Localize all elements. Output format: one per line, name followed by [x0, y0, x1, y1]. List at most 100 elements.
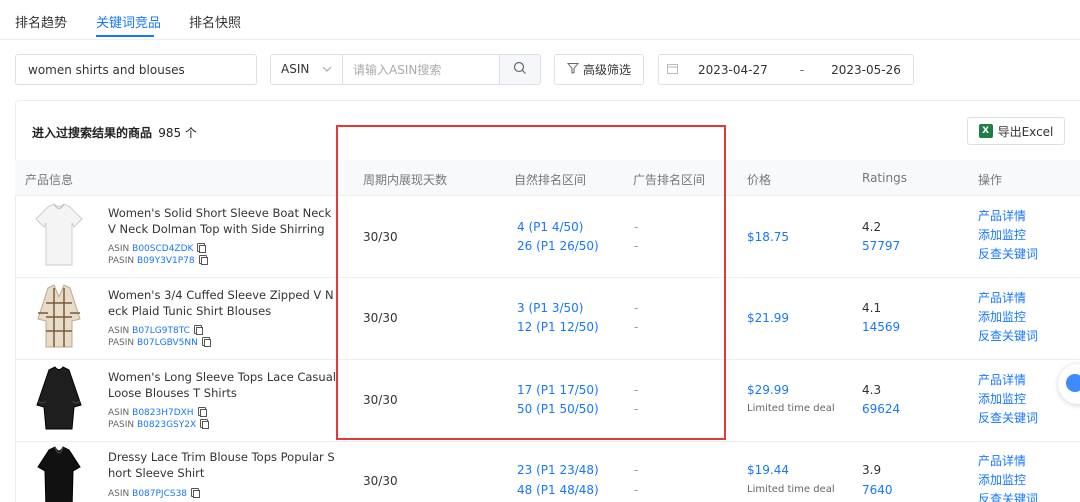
column-header-ad-rank: 广告排名区间	[633, 173, 706, 187]
tab-bar: 排名趋势 关键词竞品 排名快照	[0, 0, 1080, 40]
pasin-label: PASIN	[108, 420, 135, 430]
copy-icon[interactable]	[198, 255, 208, 265]
product-thumbnail[interactable]	[34, 201, 84, 269]
results-title-text: 进入过搜索结果的商品	[32, 126, 153, 140]
rating-value: 4.2	[862, 220, 882, 234]
column-header-ratings: Ratings	[862, 171, 907, 185]
asin-line: ASIN B0823H7DXH	[108, 407, 207, 418]
organic-rank-2[interactable]: 50 (P1 50/50)	[517, 402, 599, 416]
asin-value[interactable]: B00SCD4ZDK	[132, 244, 193, 254]
rating-count[interactable]: 57797	[862, 239, 900, 253]
column-header-days: 周期内展现天数	[363, 173, 448, 187]
results-title: 进入过搜索结果的商品 985 个	[32, 124, 197, 141]
date-range-picker[interactable]: 2023-04-27 - 2023-05-26	[658, 54, 914, 85]
price-value: $29.99	[747, 383, 789, 397]
export-excel-button[interactable]: X 导出Excel	[967, 117, 1065, 145]
days-value: 30/30	[363, 230, 398, 244]
pasin-label: PASIN	[108, 256, 135, 266]
product-title[interactable]: Women's Long Sleeve Tops Lace Casual Loo…	[108, 369, 340, 401]
ad-rank-1: -	[634, 383, 639, 397]
pasin-value[interactable]: B09Y3V1P78	[137, 256, 195, 266]
excel-icon: X	[978, 124, 993, 138]
tab-ranking-trend[interactable]: 排名趋势	[15, 12, 67, 31]
asin-search-input[interactable]	[342, 54, 500, 85]
active-tab-indicator	[96, 35, 154, 37]
add-monitor-link[interactable]: 添加监控	[978, 471, 1038, 490]
asin-label: ASIN	[108, 244, 130, 254]
pasin-value[interactable]: B0823GSY2X	[137, 420, 196, 430]
product-thumbnail[interactable]	[34, 283, 84, 351]
organic-rank-1[interactable]: 23 (P1 23/48)	[517, 463, 599, 477]
rating-count[interactable]: 14569	[862, 320, 900, 334]
add-monitor-link[interactable]: 添加监控	[978, 226, 1038, 245]
asin-line: ASIN B00SCD4ZDK	[108, 243, 207, 254]
ad-rank-1: -	[634, 463, 639, 477]
calendar-icon	[667, 63, 678, 77]
pasin-label: PASIN	[108, 338, 135, 348]
tab-keyword-competitors[interactable]: 关键词竞品	[96, 12, 161, 31]
asin-value[interactable]: B087PJCS38	[132, 489, 187, 499]
copy-icon[interactable]	[191, 488, 201, 498]
column-header-organic-rank: 自然排名区间	[514, 173, 587, 187]
organic-rank-1[interactable]: 4 (P1 4/50)	[517, 220, 583, 234]
asin-value[interactable]: B0823H7DXH	[132, 408, 193, 418]
help-icon	[1066, 374, 1080, 392]
copy-icon[interactable]	[193, 325, 203, 335]
product-detail-link[interactable]: 产品详情	[978, 207, 1038, 226]
product-title[interactable]: Women's 3/4 Cuffed Sleeve Zipped V Neck …	[108, 287, 340, 319]
copy-icon[interactable]	[201, 337, 211, 347]
copy-icon[interactable]	[197, 407, 207, 417]
product-title[interactable]: Women's Solid Short Sleeve Boat Neck V N…	[108, 205, 340, 237]
product-detail-link[interactable]: 产品详情	[978, 452, 1038, 471]
date-end[interactable]: 2023-05-26	[831, 63, 901, 77]
advanced-filter-label: 高级筛选	[582, 63, 631, 77]
ad-rank-1: -	[634, 301, 639, 315]
rating-count[interactable]: 69624	[862, 402, 900, 416]
organic-rank-1[interactable]: 3 (P1 3/50)	[517, 301, 583, 315]
keyword-input[interactable]	[15, 54, 257, 85]
days-value: 30/30	[363, 474, 398, 488]
column-header-price: 价格	[747, 173, 772, 187]
product-detail-link[interactable]: 产品详情	[978, 371, 1038, 390]
results-count: 985 个	[158, 126, 197, 140]
deal-badge: Limited time deal	[747, 403, 835, 414]
add-monitor-link[interactable]: 添加监控	[978, 308, 1038, 327]
advanced-filter-button[interactable]: 高级筛选	[554, 54, 644, 85]
reverse-keyword-link[interactable]: 反查关键词	[978, 327, 1038, 346]
add-monitor-link[interactable]: 添加监控	[978, 390, 1038, 409]
tab-ranking-snapshot[interactable]: 排名快照	[189, 12, 241, 31]
search-button[interactable]	[500, 54, 541, 85]
organic-rank-2[interactable]: 12 (P1 12/50)	[517, 320, 599, 334]
ad-rank-2: -	[634, 239, 639, 253]
reverse-keyword-link[interactable]: 反查关键词	[978, 490, 1038, 502]
filter-toolbar: ASIN 高级筛选 2023-04-27 - 2023-05-26	[0, 54, 1080, 86]
price-value: $19.44	[747, 463, 789, 477]
asin-label: ASIN	[108, 326, 130, 336]
pasin-value[interactable]: B07LGBV5NN	[137, 338, 198, 348]
price-value: $18.75	[747, 230, 789, 244]
copy-icon[interactable]	[197, 243, 207, 253]
rating-value: 3.9	[862, 463, 882, 477]
product-thumbnail[interactable]	[34, 445, 84, 502]
copy-icon[interactable]	[200, 419, 210, 429]
organic-rank-1[interactable]: 17 (P1 17/50)	[517, 383, 599, 397]
product-title[interactable]: Dressy Lace Trim Blouse Tops Popular Sho…	[108, 449, 340, 481]
asin-line: ASIN B07LG9T8TC	[108, 325, 203, 336]
date-start[interactable]: 2023-04-27	[698, 63, 768, 77]
search-icon	[513, 61, 527, 78]
rating-value: 4.3	[862, 383, 882, 397]
organic-rank-2[interactable]: 48 (P1 48/48)	[517, 483, 599, 497]
product-thumbnail[interactable]	[34, 365, 84, 433]
product-detail-link[interactable]: 产品详情	[978, 289, 1038, 308]
asin-value[interactable]: B07LG9T8TC	[132, 326, 190, 336]
reverse-keyword-link[interactable]: 反查关键词	[978, 245, 1038, 264]
reverse-keyword-link[interactable]: 反查关键词	[978, 409, 1038, 428]
days-value: 30/30	[363, 311, 398, 325]
organic-rank-2[interactable]: 26 (P1 26/50)	[517, 239, 599, 253]
ad-rank-2: -	[634, 320, 639, 334]
asin-type-select[interactable]: ASIN	[270, 54, 342, 85]
asin-label: ASIN	[108, 408, 130, 418]
rating-count[interactable]: 7640	[862, 483, 893, 497]
date-separator: -	[799, 62, 805, 77]
row-actions: 产品详情 添加监控 反查关键词	[978, 452, 1038, 502]
